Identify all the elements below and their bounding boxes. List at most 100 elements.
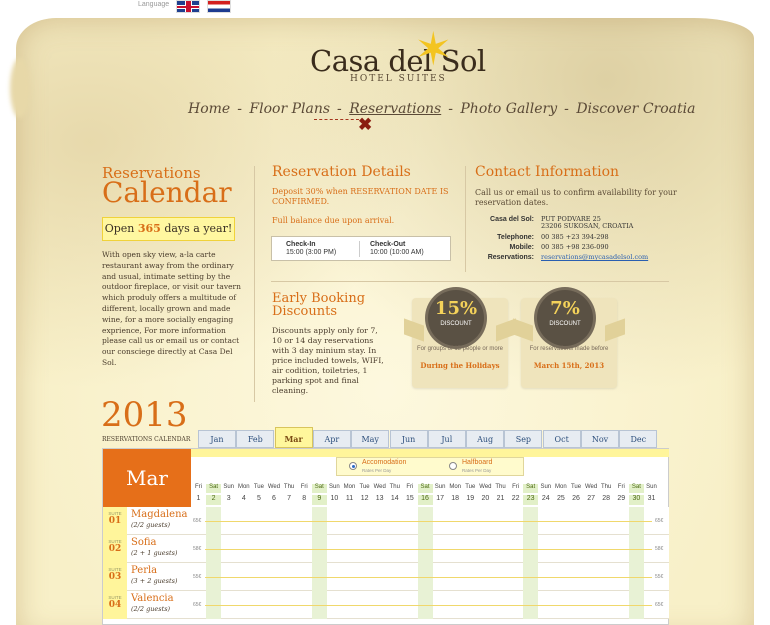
suite-badge: SUITE 03	[103, 563, 127, 591]
day-number[interactable]: 21	[493, 495, 508, 505]
suite-name[interactable]: Sofia	[131, 537, 157, 549]
suite-price-right: 65€	[655, 602, 664, 608]
day-number[interactable]: 24	[538, 495, 553, 505]
day-number[interactable]: 29	[614, 495, 629, 505]
nav-photo-gallery[interactable]: Photo Gallery	[460, 101, 557, 117]
day-number[interactable]: 4	[236, 495, 251, 505]
day-number[interactable]: 18	[448, 495, 463, 505]
day-number[interactable]: 26	[569, 495, 584, 505]
reservation-calendar: Mar Accomodation Rates Per Day Halfboard…	[102, 448, 669, 625]
day-number[interactable]: 11	[342, 495, 357, 505]
day-name: Wed	[267, 484, 281, 490]
day-number[interactable]: 12	[357, 495, 372, 505]
suite-number: 04	[108, 600, 122, 610]
rate-type-selector: Accomodation Rates Per Day Halfboard Rat…	[336, 457, 524, 476]
table-row: SUITE 03 Perla (3 + 2 guests) 55€ 55€	[103, 563, 669, 591]
month-tab-jul[interactable]: Jul	[427, 430, 466, 448]
day-number[interactable]: 10	[327, 495, 342, 505]
day-number[interactable]: 20	[478, 495, 493, 505]
suite-name[interactable]: Magdalena	[131, 509, 187, 521]
suite-guests: (2/2 guests)	[131, 521, 171, 529]
day-name: Sun	[223, 484, 235, 490]
month-tab-feb[interactable]: Feb	[236, 430, 275, 448]
day-number[interactable]: 17	[433, 495, 448, 505]
suite-badge: SUITE 04	[103, 591, 127, 619]
day-name: Thu	[495, 484, 506, 490]
day-name: Wed	[479, 484, 492, 490]
suite-name[interactable]: Valencia	[131, 593, 174, 605]
checkout-label: Check-Out	[370, 241, 406, 248]
nav-discover-croatia[interactable]: Discover Croatia	[576, 101, 695, 117]
day-number[interactable]: 28	[599, 495, 614, 505]
month-tab-sep[interactable]: Sep	[504, 430, 543, 448]
day-number[interactable]: 13	[372, 495, 387, 505]
day-name: Mon	[449, 484, 462, 490]
uk-flag-icon[interactable]	[176, 0, 200, 13]
day-number[interactable]: 6	[267, 495, 282, 505]
availability-line	[205, 577, 652, 578]
day-number[interactable]: 27	[584, 495, 599, 505]
main-nav: Home - Floor Plans - Reservations - Photo G…	[188, 101, 699, 117]
month-tab-jan[interactable]: Jan	[198, 430, 236, 448]
accommodation-sublabel: Rates Per Day	[362, 468, 392, 473]
day-number[interactable]: 31	[644, 495, 659, 505]
top-bar: Language	[0, 0, 770, 20]
day-number[interactable]: 22	[508, 495, 523, 505]
day-name: Sun	[434, 484, 446, 490]
day-name: Thu	[283, 484, 295, 490]
accommodation-label: Accomodation	[362, 459, 407, 466]
day-name: Sun	[540, 484, 552, 490]
month-tab-jun[interactable]: Jun	[389, 430, 428, 448]
suite-price-left: 55€	[193, 574, 202, 580]
day-number[interactable]: 2	[206, 495, 222, 505]
nav-separator: -	[448, 101, 453, 117]
discount-2-label: DISCOUNT	[549, 321, 581, 327]
month-tab-aug[interactable]: Aug	[466, 430, 505, 448]
day-number[interactable]: 25	[553, 495, 568, 505]
day-number[interactable]: 1	[191, 495, 206, 505]
checkin-label: Check-In	[286, 241, 316, 248]
month-tab-dec[interactable]: Dec	[619, 430, 658, 448]
day-number[interactable]: 7	[282, 495, 297, 505]
table-row: SUITE 04 Valencia (2/2 guests) 65€ 65€	[103, 591, 669, 619]
discount-1-label: DISCOUNT	[440, 321, 472, 327]
day-number[interactable]: 9	[311, 495, 327, 505]
day-number[interactable]: 14	[387, 495, 402, 505]
day-name: Tue	[465, 484, 476, 490]
divider-horizontal	[271, 281, 669, 282]
calendar-year: 2013	[101, 395, 188, 435]
nav-floor-plans[interactable]: Floor Plans	[249, 101, 330, 117]
day-number[interactable]: 3	[221, 495, 236, 505]
day-number[interactable]: 30	[628, 495, 644, 505]
discount-2-date: March 15th, 2013	[533, 361, 605, 370]
month-tab-mar[interactable]: Mar	[274, 427, 313, 448]
day-number[interactable]: 5	[251, 495, 266, 505]
nav-home[interactable]: Home	[188, 101, 230, 117]
nav-separator: -	[237, 101, 242, 117]
day-name: Sat	[628, 484, 644, 493]
divider-vertical	[254, 166, 255, 402]
day-number[interactable]: 23	[523, 495, 539, 505]
balance-text: Full balance due upon arrival.	[272, 216, 395, 225]
day-number[interactable]: 8	[297, 495, 312, 505]
nav-active-dash	[314, 119, 359, 120]
day-number[interactable]: 15	[402, 495, 417, 505]
month-tab-apr[interactable]: Apr	[312, 430, 351, 448]
suite-price-right: 65€	[655, 518, 664, 524]
suite-price-left: 58€	[193, 546, 202, 552]
halfboard-radio[interactable]	[449, 462, 457, 470]
suite-number: 03	[108, 572, 122, 582]
day-number[interactable]: 16	[417, 495, 433, 505]
accommodation-radio[interactable]	[349, 462, 357, 470]
month-tab-nov[interactable]: Nov	[581, 430, 619, 448]
day-name: Mon	[555, 484, 567, 490]
month-tab-oct[interactable]: Oct	[542, 430, 581, 448]
suite-name[interactable]: Perla	[131, 565, 157, 577]
nav-separator: -	[337, 101, 342, 117]
reservations-email-link[interactable]: reservations@mycasadelsol.com	[541, 253, 648, 262]
croatia-flag-icon[interactable]	[207, 0, 231, 13]
month-tab-may[interactable]: May	[351, 430, 390, 448]
day-number[interactable]: 19	[463, 495, 478, 505]
calendar-year-subtitle: RESERVATIONS CALENDAR	[102, 436, 191, 443]
discount-1-percent: 15%	[434, 298, 478, 319]
